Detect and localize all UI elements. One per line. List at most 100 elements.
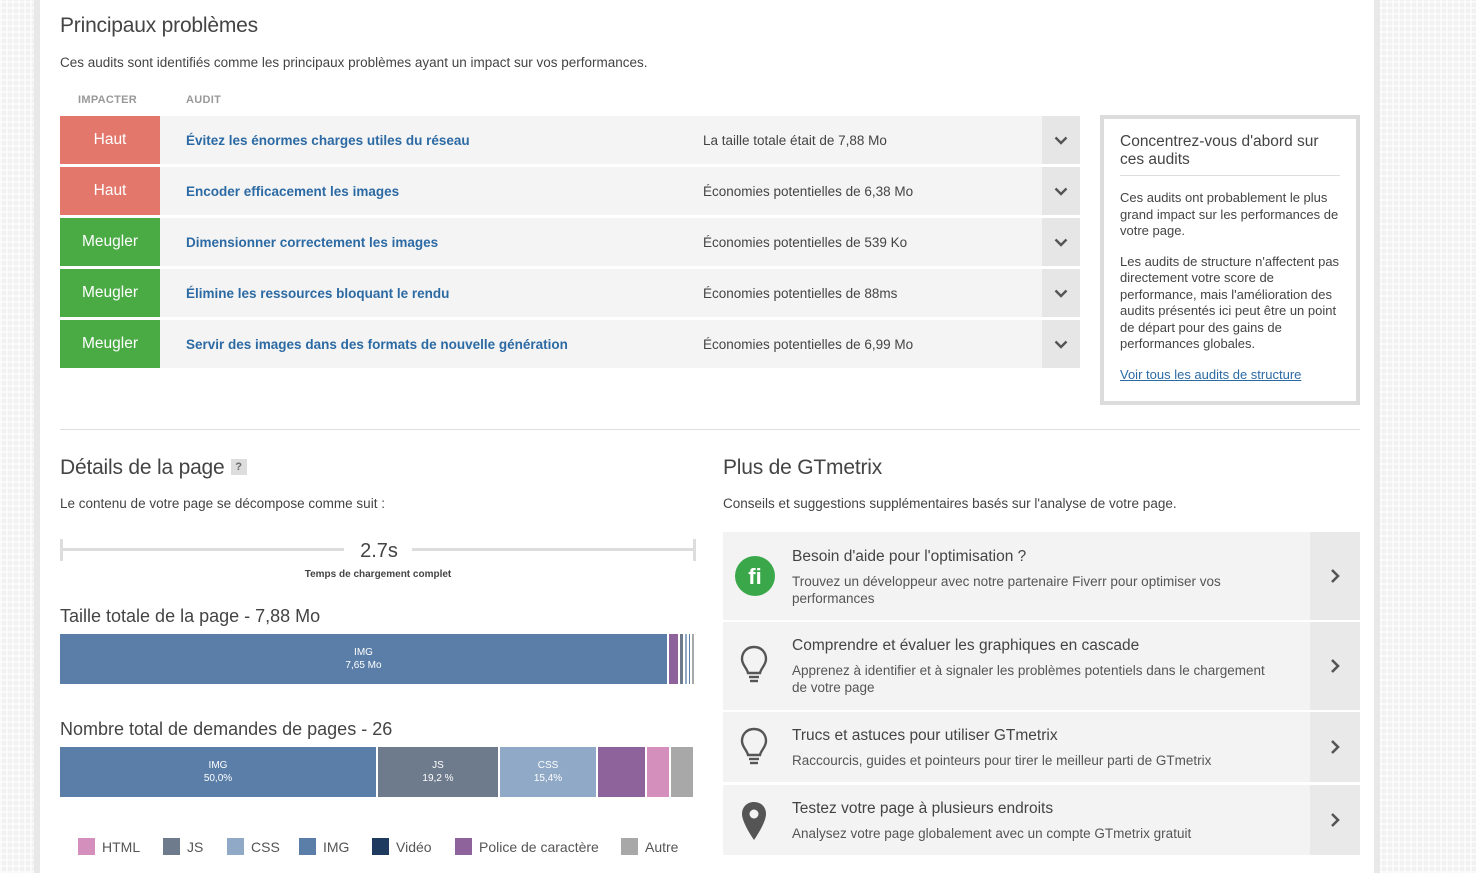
legend-item: Vidéo xyxy=(372,838,432,855)
chevron-right-icon xyxy=(1331,569,1340,583)
svg-text:fi: fi xyxy=(748,564,761,589)
chevron-down-icon xyxy=(1054,289,1068,298)
col-audit-header: AUDIT xyxy=(186,94,222,106)
impact-badge: Meugler xyxy=(60,218,160,266)
chevron-right-icon xyxy=(1331,813,1340,827)
audit-row[interactable]: Haut Évitez les énormes charges utiles d… xyxy=(60,116,1080,164)
audit-title-link[interactable]: Élimine les ressources bloquant le rendu xyxy=(186,269,449,317)
audit-row[interactable]: Meugler Élimine les ressources bloquant … xyxy=(60,269,1080,317)
report-page: Principaux problèmes Ces audits sont ide… xyxy=(34,0,1380,873)
section-divider xyxy=(60,429,1360,430)
more-item-desc: Analysez votre page globalement avec un … xyxy=(792,826,1192,841)
bar-segment-value: 7,65 Mo xyxy=(345,660,382,671)
impact-badge: Haut xyxy=(60,116,160,164)
audit-row[interactable]: Haut Encoder efficacement les images Éco… xyxy=(60,167,1080,215)
bar-segment-css xyxy=(685,634,687,684)
more-item-fiverr[interactable]: fi Besoin d'aide pour l'optimisation ? T… xyxy=(723,532,1360,620)
timeline-end-cap xyxy=(693,539,696,561)
chevron-down-icon xyxy=(1054,340,1068,349)
audit-row[interactable]: Meugler Servir des images dans des forma… xyxy=(60,320,1080,368)
audit-summary: Économies potentielles de 6,38 Mo xyxy=(703,183,914,199)
map-pin-icon xyxy=(741,801,767,846)
focus-box-text: Les audits de structure n'affectent pas … xyxy=(1120,253,1340,352)
audit-title-link[interactable]: Dimensionner correctement les images xyxy=(186,218,438,266)
arrow-button[interactable] xyxy=(1310,532,1360,620)
bar-segment-value: 19,2 % xyxy=(422,773,454,784)
fiverr-icon: fi xyxy=(735,556,775,601)
more-item-waterfall[interactable]: Comprendre et évaluer les graphiques en … xyxy=(723,622,1360,710)
page-details-title-text: Détails de la page xyxy=(60,456,225,479)
legend-swatch xyxy=(78,838,95,855)
legend-item: Police de caractère xyxy=(455,838,599,855)
chevron-down-icon xyxy=(1054,136,1068,145)
more-item-desc: Apprenez à identifier et à signaler les … xyxy=(792,663,1265,695)
bar-segment-autre xyxy=(671,747,693,797)
legend-item: JS xyxy=(163,838,203,855)
audit-row[interactable]: Meugler Dimensionner correctement les im… xyxy=(60,218,1080,266)
bar-segment-img: IMG 50,0% xyxy=(60,747,376,797)
audit-title-link[interactable]: Évitez les énormes charges utiles du rés… xyxy=(186,116,470,164)
bar-segment-value: 50,0% xyxy=(203,773,233,784)
audit-title-link[interactable]: Encoder efficacement les images xyxy=(186,167,399,215)
page-size-bar: IMG 7,65 Mo xyxy=(60,634,696,684)
focus-box-title: Concentrez-vous d'abord sur ces audits xyxy=(1120,133,1340,176)
legend-label: Autre xyxy=(645,838,679,855)
more-item-tips[interactable]: Trucs et astuces pour utiliser GTmetrix … xyxy=(723,712,1360,782)
chevron-down-icon xyxy=(1054,238,1068,247)
bar-segment-html xyxy=(647,747,669,797)
bar-segment-label: IMG xyxy=(208,760,228,771)
legend-label: Police de caractère xyxy=(479,838,599,855)
legend-swatch xyxy=(372,838,389,855)
legend-swatch xyxy=(163,838,180,855)
page-size-title: Taille totale de la page - 7,88 Mo xyxy=(60,606,321,626)
chevron-down-icon xyxy=(1054,187,1068,196)
expand-button[interactable] xyxy=(1042,218,1080,266)
lightbulb-icon xyxy=(739,726,769,773)
top-issues-intro: Ces audits sont identifiés comme les pri… xyxy=(60,55,648,70)
focus-box-text: Ces audits ont probablement le plus gran… xyxy=(1120,190,1339,238)
lightbulb-icon xyxy=(739,644,769,691)
requests-title: Nombre total de demandes de pages - 26 xyxy=(60,719,393,739)
expand-button[interactable] xyxy=(1042,269,1080,317)
bar-segment-value: 15,4% xyxy=(533,773,563,784)
expand-button[interactable] xyxy=(1042,320,1080,368)
more-item-locations[interactable]: Testez votre page à plusieurs endroits A… xyxy=(723,785,1360,855)
bar-segment-police xyxy=(669,634,678,684)
more-item-title: Comprendre et évaluer les graphiques en … xyxy=(792,637,1140,654)
col-impact-header: IMPACTER xyxy=(78,94,138,106)
impact-badge: Haut xyxy=(60,167,160,215)
bar-segment-autre xyxy=(692,634,694,684)
impact-badge: Meugler xyxy=(60,269,160,317)
arrow-button[interactable] xyxy=(1310,712,1360,782)
structure-audits-link[interactable]: Voir tous les audits de structure xyxy=(1120,367,1340,382)
arrow-button[interactable] xyxy=(1310,622,1360,710)
more-item-desc: Raccourcis, guides et pointeurs pour tir… xyxy=(792,753,1212,768)
expand-button[interactable] xyxy=(1042,116,1080,164)
legend-swatch xyxy=(299,838,316,855)
timeline-line xyxy=(60,548,344,551)
legend-swatch xyxy=(227,838,244,855)
bar-segment-img: IMG 7,65 Mo xyxy=(60,634,667,684)
more-intro: Conseils et suggestions supplémentaires … xyxy=(723,496,1177,511)
more-item-title: Trucs et astuces pour utiliser GTmetrix xyxy=(792,727,1058,744)
focus-box: Concentrez-vous d'abord sur ces audits C… xyxy=(1100,115,1360,405)
top-issues-title: Principaux problèmes xyxy=(60,14,258,37)
arrow-button[interactable] xyxy=(1310,785,1360,855)
legend-swatch xyxy=(455,838,472,855)
legend-item: CSS xyxy=(227,838,280,855)
help-icon[interactable]: ? xyxy=(230,459,247,475)
audit-title-link[interactable]: Servir des images dans des formats de no… xyxy=(186,320,568,368)
requests-bar: IMG 50,0% JS 19,2 % CSS 15,4% xyxy=(60,747,696,797)
bar-segment-js: JS 19,2 % xyxy=(378,747,498,797)
bar-segment-css: CSS 15,4% xyxy=(500,747,596,797)
chevron-right-icon xyxy=(1331,740,1340,754)
more-item-title: Besoin d'aide pour l'optimisation ? xyxy=(792,548,1027,565)
bar-segment-label: IMG xyxy=(354,647,373,658)
more-item-desc: Trouvez un développeur avec notre parten… xyxy=(792,574,1221,606)
legend-label: HTML xyxy=(102,838,141,855)
audit-summary: La taille totale était de 7,88 Mo xyxy=(703,132,887,148)
expand-button[interactable] xyxy=(1042,167,1080,215)
bar-segment-img2 xyxy=(689,634,690,684)
legend-label: Vidéo xyxy=(396,838,432,855)
bar-segment-label: JS xyxy=(432,760,444,771)
